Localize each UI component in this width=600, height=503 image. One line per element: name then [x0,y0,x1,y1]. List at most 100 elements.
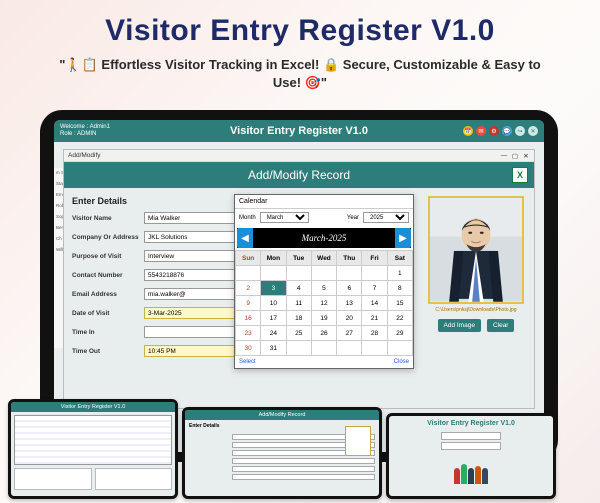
thumbnail-row: Visitor Entry Register V1.0 Add/Modify R… [8,399,592,503]
add-modify-header: Add/Modify Record X [64,162,534,188]
timeout-label: Time Out [72,348,144,355]
calendar-day-cell[interactable]: 23 [236,326,261,341]
calendar-popup: Calendar Month March Year 2025 ◀ March-2… [234,194,414,369]
min-icon[interactable]: — [500,152,508,160]
calendar-day-cell[interactable]: 1 [387,266,412,281]
role-label: Role : [60,131,76,137]
calendar-day-cell [261,266,286,281]
calendar-day-cell [387,341,412,356]
calendar-day-cell [362,266,387,281]
thumb-grid-icon [14,415,172,465]
calendar-day-header: Mon [261,251,286,266]
calendar-day-cell[interactable]: 4 [286,281,311,296]
purpose-label: Purpose of Visit [72,253,144,260]
window-title: Add/Modify [68,152,101,159]
calendar-day-cell[interactable]: 25 [286,326,311,341]
calendar-select-button[interactable]: Select [239,359,256,365]
calendar-day-header: Fri [362,251,387,266]
calendar-day-cell[interactable]: 27 [337,326,362,341]
calendar-day-header: Sun [236,251,261,266]
calendar-day-cell[interactable]: 7 [362,281,387,296]
calendar-day-header: Sat [387,251,412,266]
thumb-panel-icon [95,468,173,490]
add-modify-window: Add/Modify — ▢ ✕ Add/Modify Record X Ent… [64,150,534,408]
month-select[interactable]: March [260,212,309,223]
calendar-day-cell[interactable]: 12 [311,296,336,311]
calendar-day-cell [337,266,362,281]
contact-label: Contact Number [72,272,144,279]
calendar-day-cell[interactable]: 15 [387,296,412,311]
window-chrome: Add/Modify — ▢ ✕ [64,150,534,162]
calendar-day-cell[interactable]: 11 [286,296,311,311]
help-icon[interactable]: 💬 [502,126,512,136]
email-label: Email Address [72,291,144,298]
add-image-button[interactable]: Add Image [438,319,481,332]
welcome-user: Admin1 [90,124,110,130]
calendar-day-cell[interactable]: 3 [261,281,286,296]
calendar-day-cell[interactable]: 9 [236,296,261,311]
timein-label: Time In [72,329,144,336]
calendar-day-cell[interactable]: 17 [261,311,286,326]
calendar-banner: ◀ March-2025 ▶ [237,228,411,248]
calendar-day-cell[interactable]: 14 [362,296,387,311]
calendar-day-cell[interactable]: 29 [387,326,412,341]
calendar-day-cell[interactable]: 2 [236,281,261,296]
calendar-day-cell[interactable]: 5 [311,281,336,296]
calendar-icon[interactable]: 📅 [463,126,473,136]
thumb-login: Visitor Entry Register V1.0 [386,413,556,499]
thumb-title: Add/Modify Record [185,410,379,420]
welcome-label: Welcome : [60,124,88,130]
form-panel: Enter Details Visitor Name Mia Walker Co… [72,196,252,400]
close-icon[interactable]: ✕ [528,126,538,136]
calendar-day-cell[interactable]: 13 [337,296,362,311]
excel-icon[interactable]: X [512,167,528,183]
next-month-button[interactable]: ▶ [395,228,411,248]
add-modify-title: Add/Modify Record [248,168,350,182]
photo-panel: C:\Users\pnksj\Downloads\Photo.jpg Add I… [428,196,524,332]
section-title: Enter Details [72,196,252,206]
close-icon[interactable]: ✕ [522,152,530,160]
people-icon [441,454,501,484]
page-title: Visitor Entry Register V1.0 [0,0,600,48]
year-select[interactable]: 2025 [363,212,409,223]
calendar-day-cell[interactable]: 8 [387,281,412,296]
thumb-pass-field [441,442,501,450]
page-subtitle: "🚶📋 Effortless Visitor Tracking in Excel… [0,48,600,93]
calendar-day-cell [236,266,261,281]
logout-icon[interactable]: ↪ [515,126,525,136]
calendar-day-cell[interactable]: 28 [362,326,387,341]
calendar-day-cell [362,341,387,356]
thumb-user-field [441,432,501,440]
photo-path: C:\Users\pnksj\Downloads\Photo.jpg [428,307,524,313]
calendar-day-cell [311,266,336,281]
thumb-title: Visitor Entry Register V1.0 [11,402,175,412]
calendar-close-button[interactable]: Close [394,359,409,365]
calendar-day-cell[interactable]: 6 [337,281,362,296]
calendar-day-cell[interactable]: 21 [362,311,387,326]
calendar-month-text: March-2025 [302,233,347,243]
calendar-day-cell[interactable]: 18 [286,311,311,326]
calendar-day-cell[interactable]: 30 [236,341,261,356]
calendar-day-header: Thu [337,251,362,266]
calendar-day-cell[interactable]: 10 [261,296,286,311]
prev-month-button[interactable]: ◀ [237,228,253,248]
titlebar-userinfo: Welcome : Admin1 Role : ADMIN [54,124,110,137]
calendar-title: Calendar [235,195,413,209]
visitor-photo [428,196,524,304]
calendar-day-cell[interactable]: 20 [337,311,362,326]
app-titlebar: Welcome : Admin1 Role : ADMIN Visitor En… [54,120,544,142]
calendar-day-cell[interactable]: 24 [261,326,286,341]
calendar-day-cell[interactable]: 19 [311,311,336,326]
calendar-day-cell [286,266,311,281]
max-icon[interactable]: ▢ [511,152,519,160]
calendar-day-cell[interactable]: 22 [387,311,412,326]
mail-icon[interactable]: ✉ [476,126,486,136]
calendar-day-cell[interactable]: 26 [311,326,336,341]
thumb-title: Visitor Entry Register V1.0 [427,416,515,431]
settings-icon[interactable]: ⚙ [489,126,499,136]
calendar-day-cell[interactable]: 31 [261,341,286,356]
calendar-day-header: Wed [311,251,336,266]
year-label: Year [347,215,359,221]
clear-button[interactable]: Clear [487,319,515,332]
calendar-day-cell[interactable]: 16 [236,311,261,326]
